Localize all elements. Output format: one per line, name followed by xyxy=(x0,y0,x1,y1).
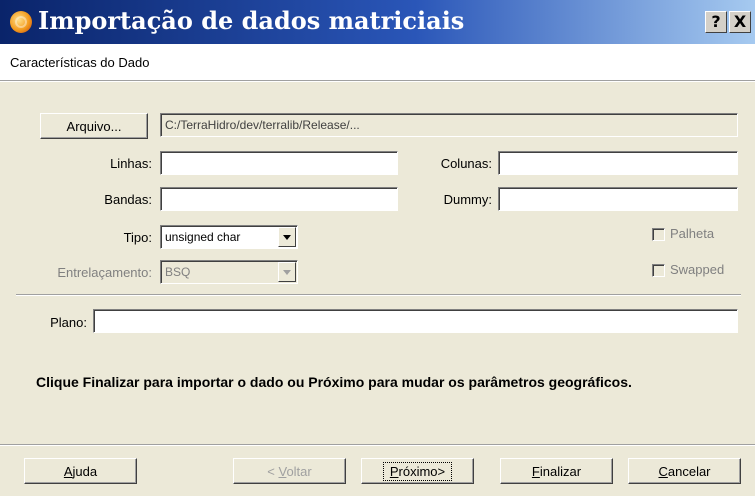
chevron-down-icon[interactable] xyxy=(278,227,296,247)
voltar-button[interactable]: < Voltar xyxy=(233,458,346,484)
window-title: Importação de dados matriciais xyxy=(38,6,465,35)
arquivo-button[interactable]: Arquivo... xyxy=(40,113,148,139)
linhas-label: Linhas: xyxy=(110,156,152,171)
proximo-button-label: Próximo> xyxy=(382,461,453,481)
arquivo-button-label: Arquivo... xyxy=(66,118,122,134)
help-title-button[interactable]: ? xyxy=(705,11,727,33)
cancelar-button[interactable]: Cancelar xyxy=(628,458,741,484)
header-divider xyxy=(0,80,755,82)
chevron-down-icon[interactable] xyxy=(278,262,296,282)
entrelacamento-label: Entrelaçamento: xyxy=(57,265,152,280)
plano-input[interactable] xyxy=(93,309,738,333)
colunas-input[interactable] xyxy=(498,151,738,175)
entrelacamento-select[interactable]: BSQ xyxy=(160,260,298,284)
footer-divider xyxy=(0,444,755,446)
terraview-globe-icon xyxy=(10,11,32,33)
ajuda-button-label: Ajuda xyxy=(63,463,98,479)
tipo-label: Tipo: xyxy=(123,230,152,245)
title-bar[interactable]: Importação de dados matriciais ? X xyxy=(0,0,755,44)
swapped-checkbox[interactable] xyxy=(652,264,665,277)
import-raster-dialog: Importação de dados matriciais ? X Carac… xyxy=(0,0,755,496)
finalizar-button[interactable]: Finalizar xyxy=(500,458,613,484)
linhas-input[interactable] xyxy=(160,151,398,175)
colunas-label: Colunas: xyxy=(440,156,492,171)
close-button[interactable]: X xyxy=(729,11,751,33)
swapped-label: Swapped xyxy=(670,262,725,277)
plano-label: Plano: xyxy=(50,315,87,330)
finalizar-button-label: Finalizar xyxy=(531,463,582,479)
palheta-label: Palheta xyxy=(670,226,715,241)
palheta-checkbox[interactable] xyxy=(652,228,665,241)
wizard-header: Características do Dado xyxy=(0,44,755,80)
dummy-input[interactable] xyxy=(498,187,738,211)
instruction-message: Clique Finalizar para importar o dado ou… xyxy=(36,374,632,390)
bandas-input[interactable] xyxy=(160,187,398,211)
page-subtitle: Características do Dado xyxy=(10,55,150,70)
section-divider xyxy=(16,294,741,296)
bandas-label: Bandas: xyxy=(104,192,152,207)
tipo-select[interactable]: unsigned char xyxy=(160,225,298,249)
entrelacamento-selected-value: BSQ xyxy=(165,265,191,279)
tipo-selected-value: unsigned char xyxy=(165,230,241,244)
cancelar-button-label: Cancelar xyxy=(658,463,711,479)
proximo-button[interactable]: Próximo> xyxy=(361,458,474,484)
ajuda-button[interactable]: Ajuda xyxy=(24,458,137,484)
dummy-label: Dummy: xyxy=(443,192,492,207)
file-path-field: C:/TerraHidro/dev/terralib/Release/... xyxy=(160,113,738,137)
voltar-button-label: < Voltar xyxy=(267,463,312,479)
